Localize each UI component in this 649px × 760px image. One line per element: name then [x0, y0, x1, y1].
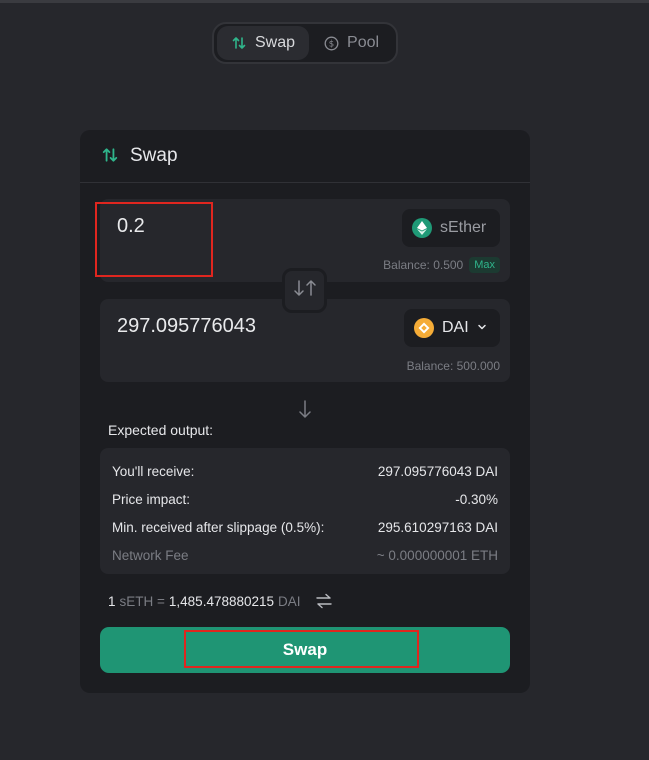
exchange-rate: 1 sETH = 1,485.478880215 DAI: [108, 592, 333, 610]
tab-pool-label: Pool: [347, 34, 380, 51]
detail-value: -0.30%: [455, 491, 498, 507]
to-token-label: DAI: [442, 319, 469, 336]
swap-submit-button[interactable]: Swap: [100, 627, 510, 673]
coin-icon: $: [323, 35, 339, 51]
chevron-down-icon: [477, 319, 487, 337]
swap-icon: [231, 35, 247, 51]
tab-pool[interactable]: $ Pool: [309, 26, 393, 60]
detail-label: Network Fee: [112, 547, 189, 563]
expected-output-label: Expected output:: [108, 422, 214, 438]
switch-direction-button[interactable]: [282, 268, 327, 313]
card-title: Swap: [130, 145, 178, 166]
to-balance: Balance: 500.000: [407, 359, 500, 373]
to-token-selector[interactable]: DAI: [404, 309, 500, 347]
detail-label: You'll receive:: [112, 463, 195, 479]
detail-receive: You'll receive: 297.095776043 DAI: [112, 457, 498, 485]
from-token-label: sEther: [440, 219, 487, 236]
invert-rate-icon[interactable]: [315, 592, 333, 610]
rate-base-amount: 1: [108, 593, 116, 609]
detail-min-received: Min. received after slippage (0.5%): 295…: [112, 513, 498, 541]
tab-swap[interactable]: Swap: [217, 26, 310, 60]
swap-card: Swap sEther Balance: 0.500 Max: [80, 130, 530, 693]
detail-value: ~ 0.000000001 ETH: [376, 547, 498, 563]
from-amount-input[interactable]: [117, 215, 357, 238]
rate-base-token: sETH =: [119, 593, 165, 609]
detail-label: Price impact:: [112, 491, 191, 507]
swap-details: You'll receive: 297.095776043 DAI Price …: [100, 448, 510, 574]
main-nav: Swap $ Pool: [212, 22, 398, 64]
rate-quote-token: DAI: [278, 593, 301, 609]
detail-label: Min. received after slippage (0.5%):: [112, 519, 325, 535]
tab-swap-label: Swap: [255, 34, 296, 51]
top-border: [0, 0, 649, 3]
card-header: Swap: [80, 130, 530, 183]
dai-icon: [414, 318, 434, 338]
from-token-selector[interactable]: sEther: [402, 209, 500, 247]
swap-icon: [102, 147, 120, 165]
svg-text:$: $: [328, 39, 333, 49]
rate-quote-amount: 1,485.478880215: [168, 593, 275, 609]
detail-value: 297.095776043 DAI: [377, 463, 498, 479]
detail-value: 295.610297163 DAI: [377, 519, 498, 535]
detail-price-impact: Price impact: -0.30%: [112, 485, 498, 513]
max-button[interactable]: Max: [469, 257, 500, 273]
to-amount-input[interactable]: [117, 315, 357, 338]
from-balance: Balance: 0.500 Max: [383, 257, 500, 273]
ethereum-icon: [412, 218, 432, 238]
detail-network-fee: Network Fee ~ 0.000000001 ETH: [112, 541, 498, 569]
from-balance-text: Balance: 0.500: [383, 258, 464, 272]
to-balance-text: Balance: 500.000: [406, 359, 500, 373]
switch-arrows-icon: [292, 279, 318, 302]
arrow-down-icon: [296, 400, 314, 418]
